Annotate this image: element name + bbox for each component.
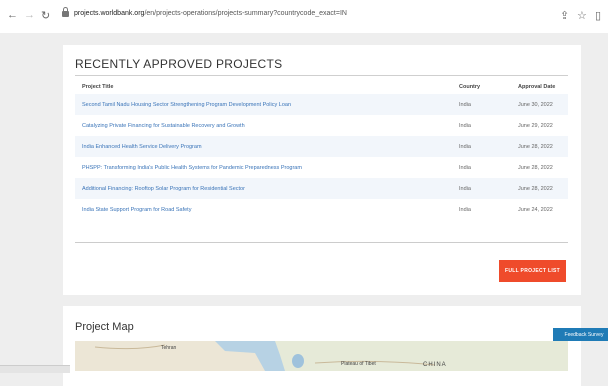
map-terrain bbox=[75, 341, 568, 371]
project-approval-date: June 29, 2022 bbox=[518, 122, 553, 129]
lake bbox=[292, 354, 304, 368]
project-title-link[interactable]: PHSPP: Transforming India's Public Healt… bbox=[75, 157, 452, 178]
address-bar[interactable]: projects.worldbank.org/en/projects-opera… bbox=[58, 7, 548, 25]
back-arrow-icon[interactable]: ← bbox=[7, 9, 18, 21]
land-east bbox=[275, 341, 568, 371]
column-header-country: Country bbox=[459, 84, 481, 90]
project-approval-date: June 28, 2022 bbox=[518, 164, 553, 171]
project-title-link[interactable]: India State Support Program for Road Saf… bbox=[75, 199, 452, 220]
reload-icon[interactable]: ↻ bbox=[41, 9, 50, 22]
project-map-card: Project Map Tehran Plateau of Tibet CHIN… bbox=[63, 306, 581, 386]
recent-projects-card: RECENTLY APPROVED PROJECTS Project Title… bbox=[63, 45, 581, 295]
map-label: Plateau of Tibet bbox=[341, 361, 376, 367]
project-title-link[interactable]: Catalyzing Private Financing for Sustain… bbox=[75, 115, 452, 136]
section-title: RECENTLY APPROVED PROJECTS bbox=[75, 57, 283, 71]
table-bottom-divider bbox=[75, 242, 568, 243]
project-approval-date: June 30, 2022 bbox=[518, 101, 553, 108]
project-country: India bbox=[459, 185, 471, 192]
project-title-link[interactable]: India Enhanced Health Service Delivery P… bbox=[75, 136, 452, 157]
full-project-list-button[interactable]: FULL PROJECT LIST bbox=[499, 260, 566, 282]
column-header-title: Project Title bbox=[82, 84, 114, 90]
lock-icon bbox=[62, 7, 69, 17]
map-label: Tehran bbox=[161, 345, 177, 351]
title-divider bbox=[75, 75, 568, 76]
browser-toolbar: ← → ↻ projects.worldbank.org/en/projects… bbox=[0, 0, 608, 34]
feedback-survey-tab[interactable]: Feedback Survey bbox=[553, 328, 608, 341]
bookmark-star-icon[interactable]: ☆ bbox=[577, 9, 587, 22]
table-row: India Enhanced Health Service Delivery P… bbox=[75, 136, 568, 157]
project-title-link[interactable]: Second Tamil Nadu Housing Sector Strengt… bbox=[75, 94, 452, 115]
map-label: CHINA bbox=[423, 362, 447, 368]
table-row: PHSPP: Transforming India's Public Healt… bbox=[75, 157, 568, 178]
project-country: India bbox=[459, 164, 471, 171]
share-icon[interactable]: ⇪ bbox=[560, 9, 569, 22]
project-country: India bbox=[459, 101, 471, 108]
table-row: Second Tamil Nadu Housing Sector Strengt… bbox=[75, 94, 568, 115]
project-approval-date: June 28, 2022 bbox=[518, 185, 553, 192]
table-row: Catalyzing Private Financing for Sustain… bbox=[75, 115, 568, 136]
table-header-row: Project Title Country Approval Date bbox=[75, 80, 568, 94]
project-country: India bbox=[459, 122, 471, 129]
project-approval-date: June 24, 2022 bbox=[518, 206, 553, 213]
project-country: India bbox=[459, 143, 471, 150]
forward-arrow-icon[interactable]: → bbox=[24, 9, 35, 21]
column-header-date: Approval Date bbox=[518, 84, 556, 90]
side-panel-icon[interactable]: ▯ bbox=[595, 9, 601, 22]
url-text: projects.worldbank.org/en/projects-opera… bbox=[74, 10, 347, 17]
table-row: India State Support Program for Road Saf… bbox=[75, 199, 568, 220]
page-content: RECENTLY APPROVED PROJECTS Project Title… bbox=[0, 33, 608, 386]
project-title-link[interactable]: Additional Financing: Rooftop Solar Prog… bbox=[75, 178, 452, 199]
table-row: Additional Financing: Rooftop Solar Prog… bbox=[75, 178, 568, 199]
project-map[interactable]: Tehran Plateau of Tibet CHINA bbox=[75, 341, 568, 371]
map-title: Project Map bbox=[75, 321, 134, 333]
project-approval-date: June 28, 2022 bbox=[518, 143, 553, 150]
project-country: India bbox=[459, 206, 471, 213]
projects-table: Project Title Country Approval Date Seco… bbox=[75, 80, 568, 220]
